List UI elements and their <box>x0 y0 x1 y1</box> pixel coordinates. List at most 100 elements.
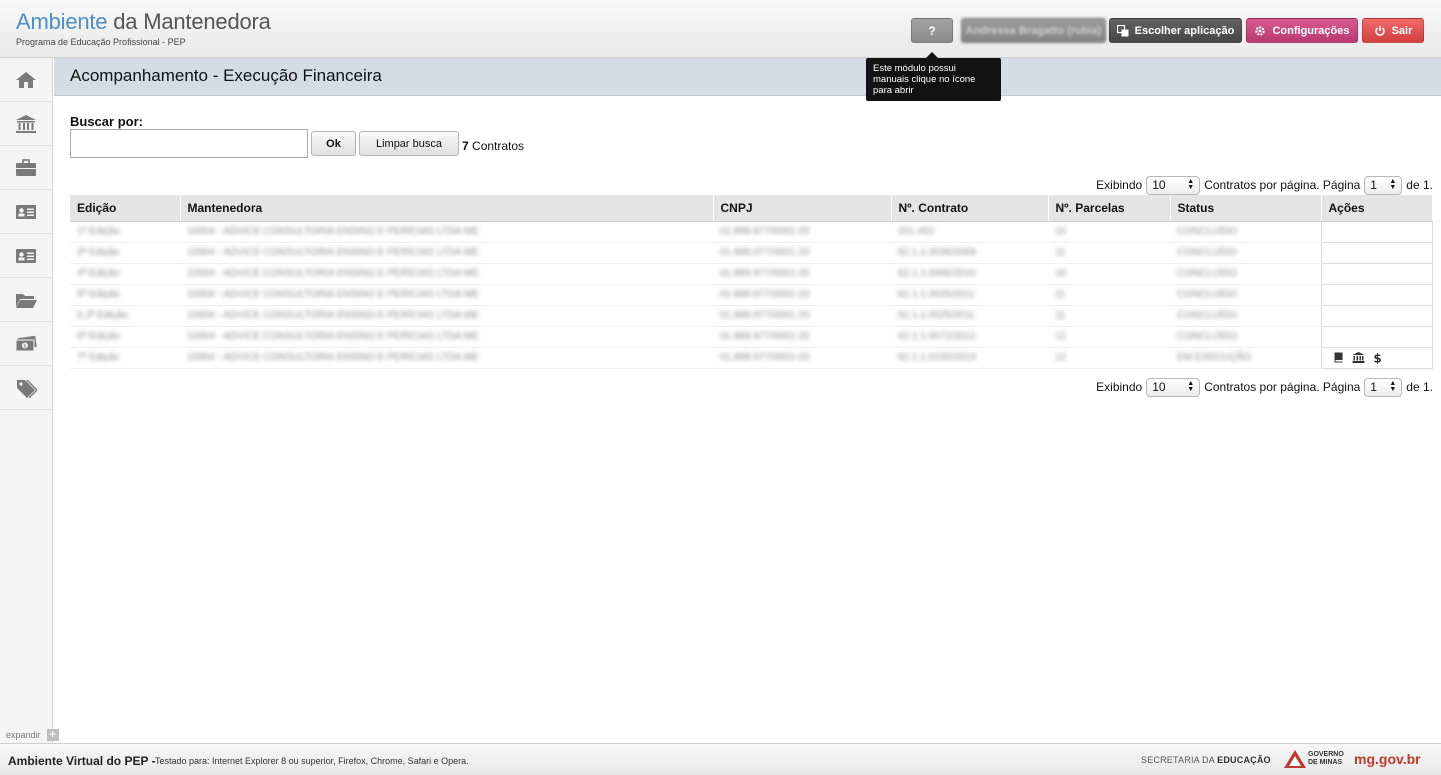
svg-text:$: $ <box>23 343 26 349</box>
table-row[interactable]: 4ª Edição 10004 - ADVICE CONSULTORIA ENS… <box>70 263 1433 285</box>
tag-icon <box>17 379 37 398</box>
cell-edition: 5.2ª Edição <box>70 305 180 327</box>
cell-status: CONCLUÍDO <box>1170 263 1321 285</box>
cell-installments: 10 <box>1048 221 1170 243</box>
choose-app-button[interactable]: Escolher aplicação <box>1109 18 1242 43</box>
user-button[interactable]: Andressa Bragatto (rubia) <box>961 18 1106 43</box>
help-label: ? <box>928 23 936 38</box>
page-select[interactable]: 1 ▲ ▼ <box>1364 377 1403 397</box>
cell-cnpj: 01.889.977/0001-20 <box>713 347 891 369</box>
cell-cnpj: 01.889.977/0001-20 <box>713 221 891 243</box>
sidebar-item-id-card-2[interactable] <box>0 234 52 278</box>
select-arrows-icon: ▲ ▼ <box>1389 178 1397 191</box>
cell-mantenedora: 10004 - ADVICE CONSULTORIA ENSINO E PERÍ… <box>180 305 713 327</box>
cell-status: EM EXECUÇÃO <box>1170 347 1321 369</box>
per-page-value: 10 <box>1152 178 1166 192</box>
top-header: Ambiente da Mantenedora Programa de Educ… <box>0 0 1441 58</box>
pager-mid: Contratos por página. Página <box>1204 178 1361 192</box>
column-header[interactable]: CNPJ <box>713 195 892 222</box>
cell-edition: 1ª Edição <box>70 221 180 243</box>
sec-prefix: SECRETARIA DA <box>1141 755 1218 765</box>
footer: Ambiente Virtual do PEP - Testado para: … <box>0 743 1441 775</box>
cell-cnpj: 01.889.977/0001-20 <box>713 305 891 327</box>
pager-mid: Contratos por página. Página <box>1204 380 1361 394</box>
governo-minas-logo: GOVERNO DE MINAS <box>1284 750 1344 768</box>
book-icon[interactable] <box>1333 352 1344 363</box>
column-header[interactable]: Nº. Parcelas <box>1048 195 1171 222</box>
select-arrows-icon: ▲ ▼ <box>1389 380 1397 393</box>
page-select[interactable]: 1 ▲ ▼ <box>1364 175 1403 195</box>
column-header[interactable]: Mantenedora <box>180 195 714 222</box>
help-button[interactable]: ? <box>911 18 953 43</box>
cell-status: CONCLUÍDO <box>1170 326 1321 348</box>
switch-app-icon <box>1116 24 1129 37</box>
plus-icon: + <box>46 729 59 741</box>
home-icon <box>16 71 36 88</box>
sidebar-item-id-card-1[interactable] <box>0 190 52 234</box>
cell-edition: 7ª Edição <box>70 347 180 369</box>
table-header-row: Edição Mantenedora CNPJ Nº. Contrato Nº.… <box>70 195 1433 222</box>
briefcase-icon <box>16 158 36 176</box>
cell-status: CONCLUÍDO <box>1170 284 1321 306</box>
mg-gov-br-link[interactable]: mg.gov.br <box>1354 751 1421 767</box>
cell-actions <box>1320 242 1433 264</box>
table-row[interactable]: 2ª Edição 10004 - ADVICE CONSULTORIA ENS… <box>70 242 1433 264</box>
count-label: Contratos <box>468 139 525 153</box>
cell-contract-number: 62.1.1.0150/2013 <box>891 347 1048 369</box>
per-page-select[interactable]: 10 ▲ ▼ <box>1146 175 1201 195</box>
column-header[interactable]: Edição <box>70 195 181 222</box>
search-ok-button[interactable]: Ok <box>311 131 356 156</box>
exit-button[interactable]: Sair <box>1362 18 1424 43</box>
per-page-select[interactable]: 10 ▲ ▼ <box>1146 377 1201 397</box>
sidebar-item-bank[interactable] <box>0 102 52 146</box>
cell-installments: 11 <box>1048 305 1170 327</box>
cell-mantenedora: 10004 - ADVICE CONSULTORIA ENSINO E PERÍ… <box>180 284 713 306</box>
governo-triangle-icon <box>1284 750 1306 768</box>
table-row[interactable]: 5.2ª Edição 10004 - ADVICE CONSULTORIA E… <box>70 305 1433 327</box>
cell-cnpj: 01.889.977/0001-20 <box>713 326 891 348</box>
pager-top: Exibindo 10 ▲ ▼ Contratos por página. Pági… <box>1096 175 1433 195</box>
sidebar: $ <box>0 58 53 744</box>
cell-installments: 10 <box>1048 263 1170 285</box>
dollar-icon[interactable]: $ <box>1373 352 1382 364</box>
user-name: Andressa Bragatto (rubia) <box>965 24 1102 37</box>
brand-title-part1: Ambiente <box>16 9 108 34</box>
cell-cnpj: 01.889.977/0001-20 <box>713 284 891 306</box>
exit-label: Sair <box>1391 24 1413 37</box>
sidebar-item-money[interactable]: $ <box>0 322 52 366</box>
select-arrows-icon: ▲ ▼ <box>1187 380 1195 393</box>
search-input[interactable] <box>70 129 308 158</box>
select-arrows-icon: ▲ ▼ <box>1187 178 1195 191</box>
footer-secretaria: SECRETARIA DA EDUCAÇÃO <box>1141 755 1271 765</box>
cell-status: CONCLUÍDO <box>1170 305 1321 327</box>
bank-icon[interactable] <box>1352 352 1365 363</box>
sidebar-item-home[interactable] <box>0 58 52 102</box>
cell-mantenedora: 10004 - ADVICE CONSULTORIA ENSINO E PERÍ… <box>180 347 713 369</box>
table-row[interactable]: 1ª Edição 10004 - ADVICE CONSULTORIA ENS… <box>70 221 1433 243</box>
column-header: Ações <box>1321 195 1433 222</box>
sidebar-item-briefcase[interactable] <box>0 146 52 190</box>
table-row[interactable]: 5ª Edição 10004 - ADVICE CONSULTORIA ENS… <box>70 284 1433 306</box>
page-title-bar: Acompanhamento - Execução Financeira <box>54 58 1441 96</box>
sidebar-item-tags[interactable] <box>0 366 52 410</box>
cell-cnpj: 01.889.977/0001-20 <box>713 263 891 285</box>
table-row[interactable]: 7ª Edição 10004 - ADVICE CONSULTORIA ENS… <box>70 347 1433 369</box>
page-value: 1 <box>1370 380 1377 394</box>
sidebar-expand-toggle[interactable]: expandir + <box>0 728 70 742</box>
settings-button[interactable]: Configurações <box>1246 18 1358 43</box>
column-header[interactable]: Nº. Contrato <box>891 195 1049 222</box>
gear-icon <box>1254 25 1266 37</box>
cell-mantenedora: 10004 - ADVICE CONSULTORIA ENSINO E PERÍ… <box>180 326 713 348</box>
folder-icon <box>16 293 37 308</box>
search-label: Buscar por: <box>70 114 143 129</box>
brand-subtitle: Programa de Educação Profissional - PEP <box>16 37 186 47</box>
table-row[interactable]: 6ª Edição 10004 - ADVICE CONSULTORIA ENS… <box>70 326 1433 348</box>
clear-search-button[interactable]: Limpar busca <box>359 131 459 156</box>
clear-label: Limpar busca <box>375 137 443 150</box>
sidebar-item-folder[interactable] <box>0 278 52 322</box>
help-tooltip: Este módulo possui manuais clique no íco… <box>866 52 1001 101</box>
cell-edition: 6ª Edição <box>70 326 180 348</box>
per-page-value: 10 <box>1152 380 1166 394</box>
column-header[interactable]: Status <box>1170 195 1322 222</box>
cell-edition: 2ª Edição <box>70 242 180 264</box>
